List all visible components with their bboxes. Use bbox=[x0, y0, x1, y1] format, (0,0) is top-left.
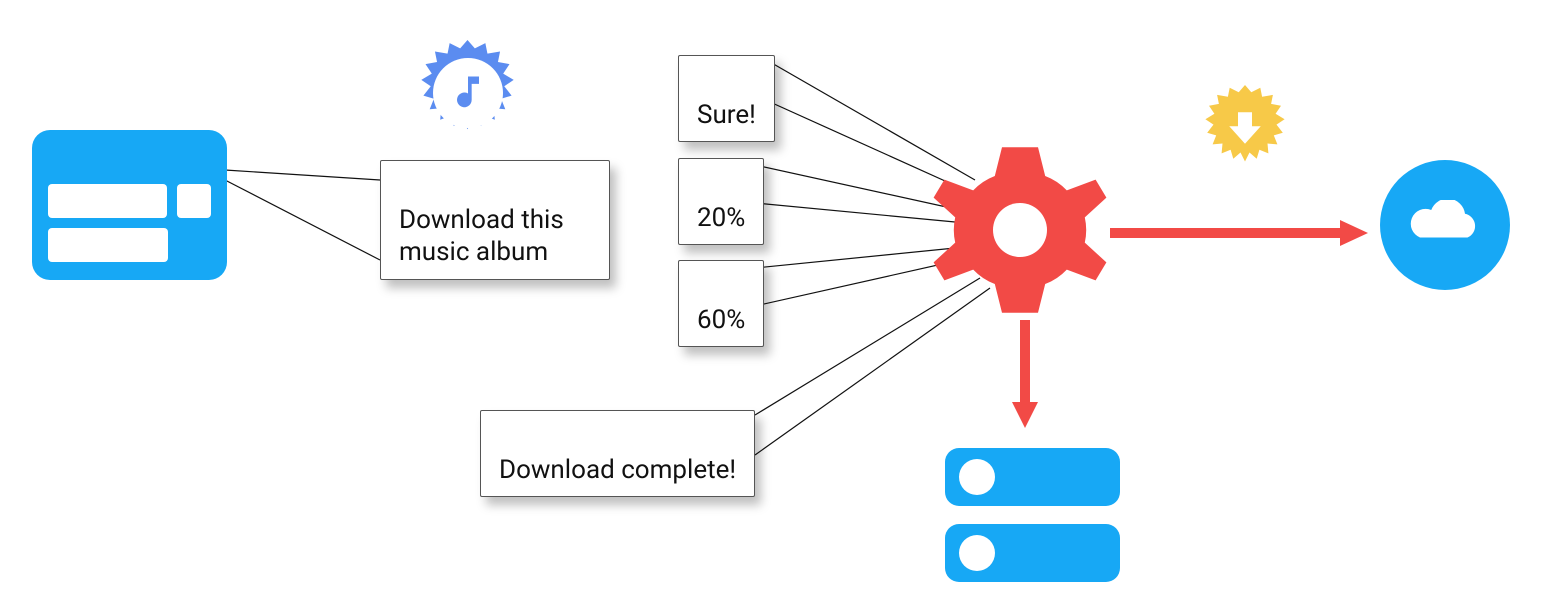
storage-stack bbox=[945, 448, 1120, 582]
progress-callout-2: 60% bbox=[678, 260, 764, 347]
download-arrow-icon bbox=[1224, 107, 1266, 153]
client-bar bbox=[48, 184, 167, 218]
progress-text-2: 60% bbox=[697, 305, 745, 335]
storage-disk bbox=[945, 448, 1120, 506]
download-seal-badge bbox=[1200, 85, 1290, 175]
client-ui-card bbox=[32, 130, 227, 280]
done-callout: Download complete! bbox=[480, 410, 755, 497]
music-note-icon bbox=[446, 71, 490, 115]
disk-led bbox=[959, 459, 995, 495]
client-bar-small bbox=[177, 184, 211, 218]
cloud-node bbox=[1380, 160, 1510, 290]
disk-led bbox=[959, 535, 995, 571]
leader-lines bbox=[0, 0, 1550, 600]
cloud-icon bbox=[1405, 200, 1485, 250]
progress-text-1: 20% bbox=[697, 203, 745, 233]
client-bar bbox=[48, 228, 168, 262]
client-row-1 bbox=[48, 184, 211, 218]
ack-text: Sure! bbox=[697, 100, 756, 130]
arrow-gear-to-cloud bbox=[1110, 218, 1370, 248]
seal-inner-disc bbox=[433, 58, 503, 128]
progress-callout-1: 20% bbox=[678, 158, 764, 245]
client-row-2 bbox=[48, 228, 211, 262]
done-text: Download complete! bbox=[499, 455, 736, 485]
service-gear bbox=[930, 140, 1110, 320]
request-callout: Download this music album bbox=[380, 160, 610, 280]
ack-callout: Sure! bbox=[678, 55, 775, 142]
gear-icon bbox=[930, 140, 1110, 320]
music-seal-badge bbox=[415, 40, 520, 145]
diagram-stage: Download this music album Sure! 20% 60% … bbox=[0, 0, 1550, 600]
storage-disk bbox=[945, 524, 1120, 582]
arrow-gear-to-storage bbox=[1010, 320, 1040, 430]
request-text: Download this music album bbox=[399, 205, 564, 268]
